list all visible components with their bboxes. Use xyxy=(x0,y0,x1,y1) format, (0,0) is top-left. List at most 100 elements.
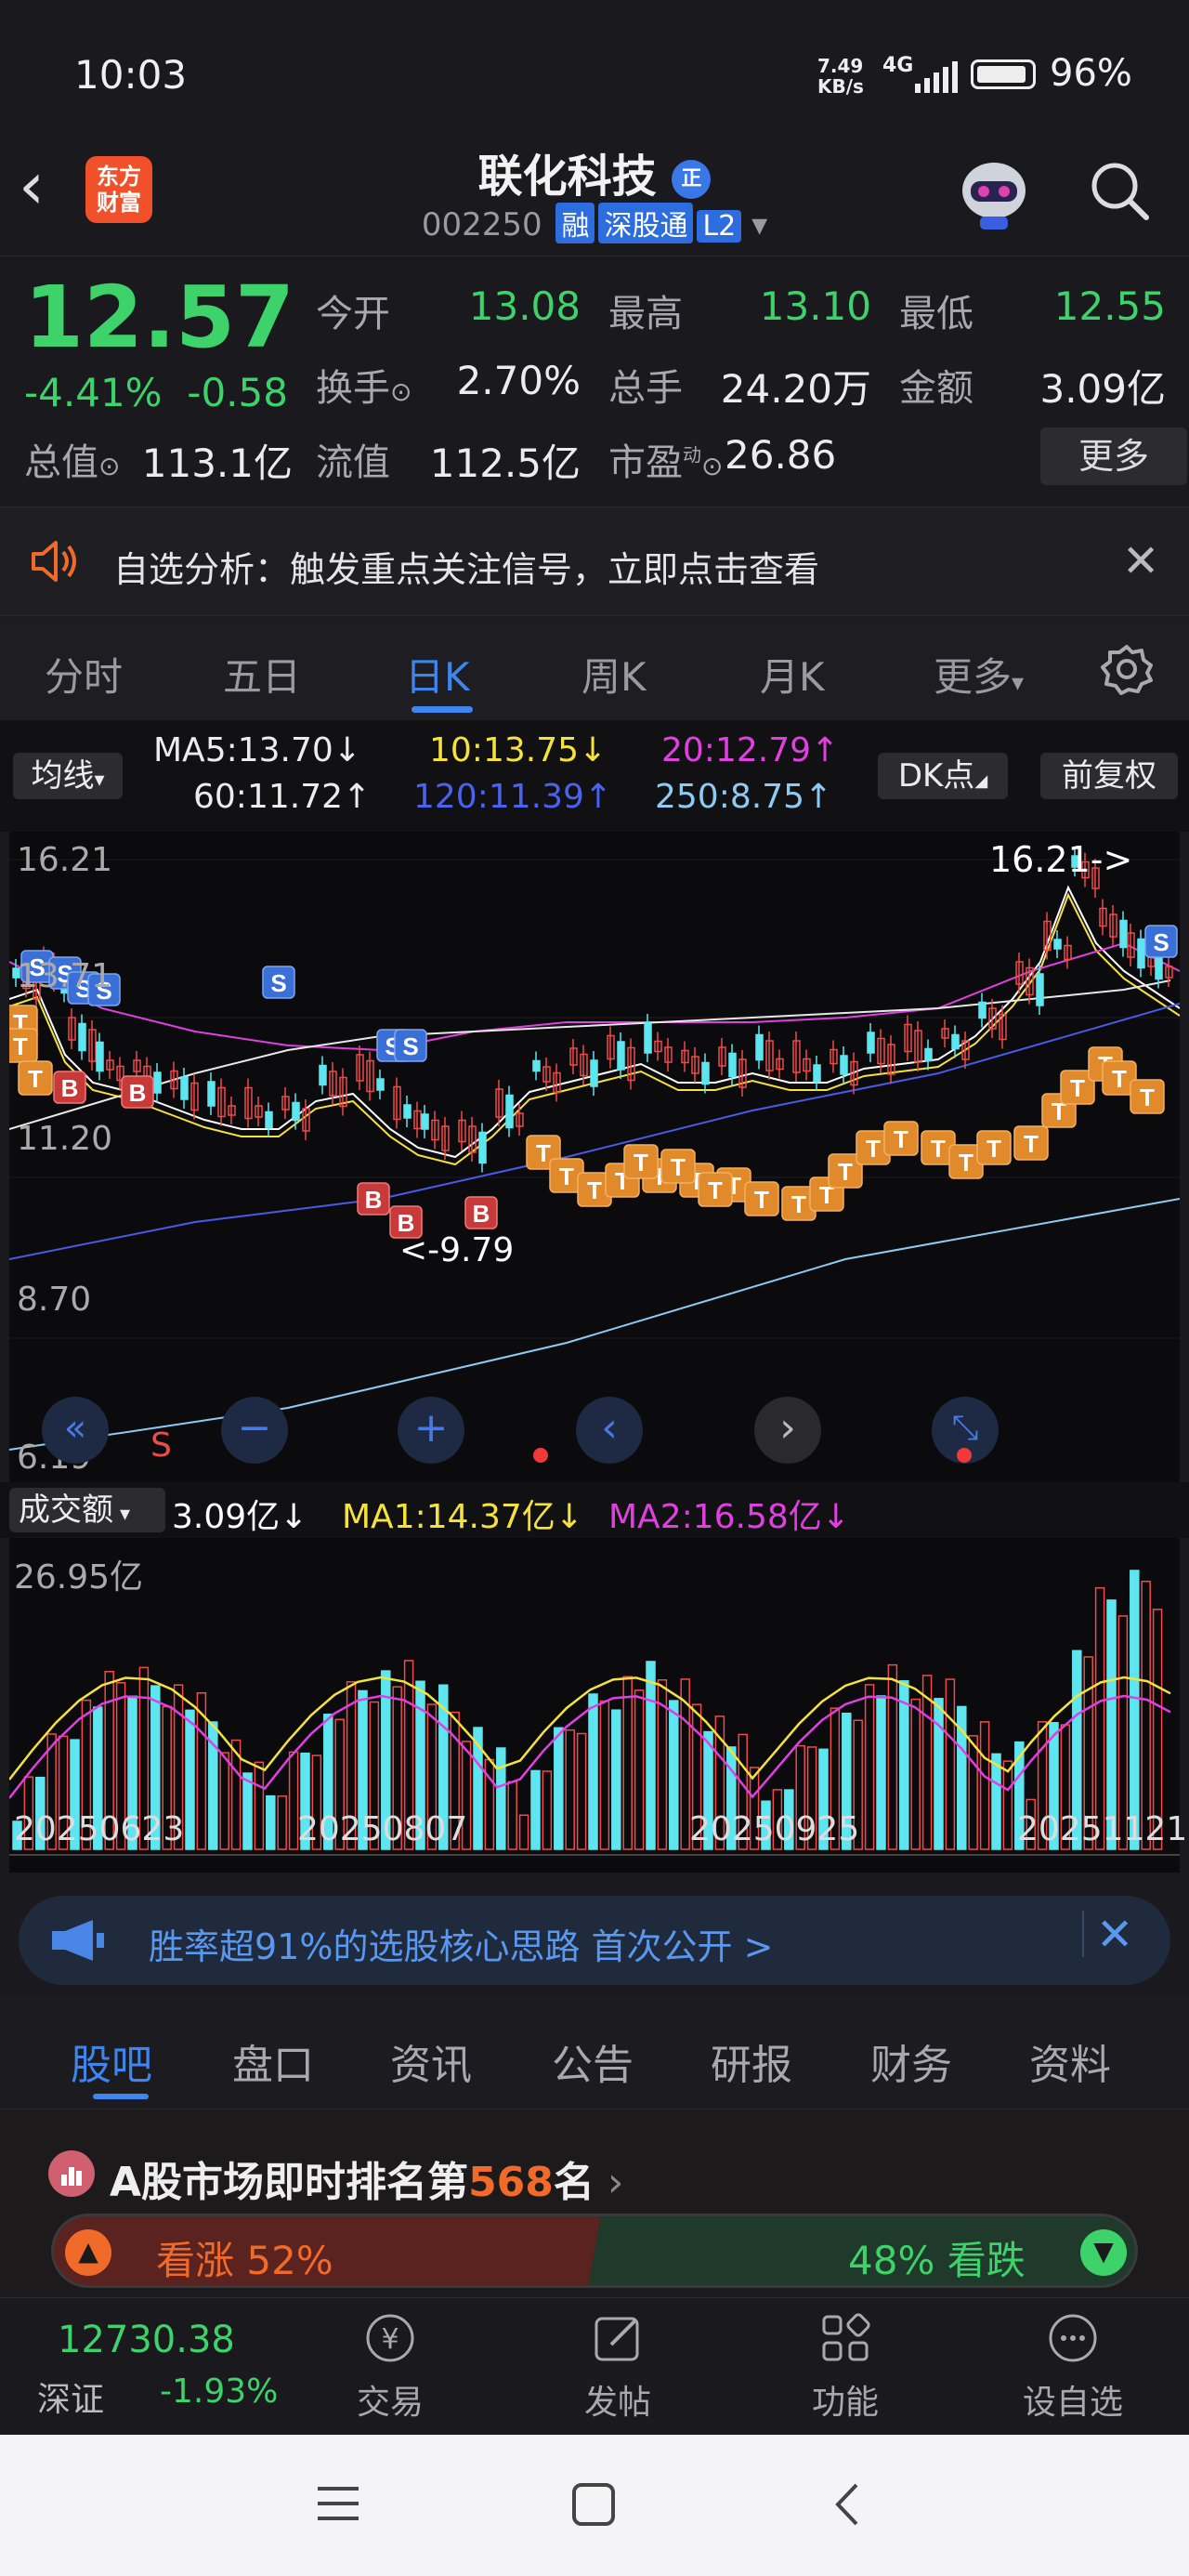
next-icon[interactable]: › xyxy=(754,1397,821,1464)
svg-text:B: B xyxy=(365,1186,383,1214)
notice-text: 自选分析：触发重点关注信号，立即点击查看 xyxy=(113,549,820,590)
active-tab-indicator xyxy=(412,706,473,713)
index-value[interactable]: 12730.38 xyxy=(58,2319,235,2361)
svg-text:T: T xyxy=(866,1135,881,1163)
tab-daily-k[interactable]: 日K xyxy=(405,646,470,703)
back-icon[interactable] xyxy=(829,2481,866,2528)
ad-banner[interactable]: 胜率超91%的选股核心思路 首次公开 > ✕ xyxy=(19,1896,1170,1985)
candle-body xyxy=(532,1059,541,1072)
ma250-label: 250:8.75↑ xyxy=(655,778,833,816)
home-icon[interactable] xyxy=(570,2481,617,2528)
ma-legend-bar: 均线▾ MA5:13.70↓ 10:13.75↓ 20:12.79↑ 60:11… xyxy=(0,720,1189,832)
volume-bar xyxy=(864,1684,875,1850)
volume-bar xyxy=(185,1709,195,1850)
gear-icon[interactable] xyxy=(1099,641,1155,697)
market-rank-card[interactable]: A股市场即时排名第568名 › ▲ 看涨 52% 48% 看跌 ▼ xyxy=(0,2111,1189,2297)
mcap-label: 总值⊙ xyxy=(24,441,121,484)
volume-legend-bar: 成交额 ▾ 3.09亿↓ MA1:14.37亿↓ MA2:16.58亿↓ xyxy=(0,1482,1189,1538)
open-value: 13.08 xyxy=(468,283,581,329)
tab-monthly-k[interactable]: 月K xyxy=(760,646,825,703)
t-marker: T xyxy=(660,1149,696,1184)
volume-bar xyxy=(530,1769,541,1850)
tab-finance[interactable]: 财务 xyxy=(870,2031,952,2091)
volume-bar xyxy=(496,1747,506,1850)
index-name[interactable]: 深证 xyxy=(37,2372,104,2421)
dk-point-button[interactable]: DK点◢ xyxy=(878,753,1008,799)
amount-value: 3.09亿 xyxy=(1039,366,1166,412)
adjust-button[interactable]: 前复权 xyxy=(1040,753,1178,799)
tab-profile[interactable]: 资料 xyxy=(1029,2031,1111,2091)
content-tabs: 股吧 盘口 资讯 公告 研报 财务 资料 xyxy=(0,1998,1189,2109)
signal-bars-icon xyxy=(915,61,958,93)
volume-ma2: MA2:16.58亿↓ xyxy=(608,1498,850,1536)
status-bar: 10:03 7.49 KB/s 4G 96% xyxy=(0,0,1189,158)
volume-chart[interactable] xyxy=(9,1538,1180,1873)
search-icon[interactable] xyxy=(1087,158,1152,223)
nav-add-watchlist[interactable]: 设自选 xyxy=(1017,2309,1129,2424)
candle-body xyxy=(265,1111,273,1129)
t-marker: T xyxy=(1130,1079,1165,1114)
nav-trade[interactable]: ¥ 交易 xyxy=(344,2309,437,2424)
tab-orderbook[interactable]: 盘口 xyxy=(232,2031,314,2091)
tab-news[interactable]: 资讯 xyxy=(390,2031,472,2091)
volume-bar xyxy=(254,1761,265,1850)
nav-functions[interactable]: 功能 xyxy=(799,2309,892,2424)
robot-assistant-icon[interactable] xyxy=(952,153,1036,232)
svg-text:T: T xyxy=(536,1139,551,1167)
more-dots-icon xyxy=(1049,2314,1097,2362)
volume-label: 总手 xyxy=(608,367,683,410)
menu-icon[interactable] xyxy=(316,2483,362,2524)
zoom-in-icon[interactable]: + xyxy=(398,1397,464,1464)
turnover-value: 2.70% xyxy=(456,358,581,403)
sentiment-bar[interactable]: ▲ 看涨 52% 48% 看跌 ▼ xyxy=(51,2214,1138,2288)
ma-selector[interactable]: 均线▾ xyxy=(13,753,123,799)
volume-bar xyxy=(518,1814,529,1850)
volume-bar xyxy=(1002,1760,1013,1850)
svg-text:T: T xyxy=(1070,1074,1085,1102)
edit-icon xyxy=(594,2317,639,2361)
candle-body xyxy=(755,1033,764,1061)
candlestick-chart[interactable]: TTTTTTTTTTTTTTTTTTTTTTTTTTTTSSSSSSSSBBBB… xyxy=(9,832,1180,1482)
nav-post[interactable]: 发帖 xyxy=(571,2309,664,2424)
tab-intraday[interactable]: 分时 xyxy=(45,646,123,703)
volume-bar xyxy=(219,1752,229,1850)
volume-y-top: 26.95亿 xyxy=(14,1558,144,1597)
svg-text:S: S xyxy=(402,1032,418,1060)
date-2: 20250807 xyxy=(297,1810,468,1848)
candle-body xyxy=(1036,973,1044,1006)
svg-text:T: T xyxy=(754,1186,769,1214)
tab-research[interactable]: 研报 xyxy=(711,2031,792,2091)
candle-body xyxy=(421,1113,429,1130)
date-4: 20251121 xyxy=(1017,1810,1188,1848)
volume-bar xyxy=(599,1700,610,1850)
ma10-label: 10:13.75↓ xyxy=(429,731,608,769)
rewind-icon[interactable]: « xyxy=(42,1397,109,1464)
svg-text:T: T xyxy=(13,1032,28,1060)
volume-bar xyxy=(588,1693,598,1850)
tab-announcements[interactable]: 公告 xyxy=(552,2031,634,2091)
volume-bar xyxy=(622,1676,633,1850)
tab-five-day[interactable]: 五日 xyxy=(223,646,301,703)
volume-selector[interactable]: 成交额 ▾ xyxy=(9,1488,165,1532)
close-icon[interactable]: ✕ xyxy=(1096,1909,1133,1961)
tab-more[interactable]: 更多▾ xyxy=(934,646,1024,703)
ma5-label: MA5:13.70↓ xyxy=(153,731,361,769)
tab-weekly-k[interactable]: 周K xyxy=(581,646,647,703)
more-button[interactable]: 更多 xyxy=(1040,427,1187,485)
t-marker: T xyxy=(744,1181,779,1216)
volume-bar xyxy=(669,1700,679,1850)
index-change[interactable]: -1.93% xyxy=(160,2372,278,2411)
close-icon[interactable]: ✕ xyxy=(1122,535,1159,587)
tab-forum[interactable]: 股吧 xyxy=(71,2031,152,2091)
volume-bar xyxy=(968,1735,978,1850)
volume-ma1: MA1:14.37亿↓ xyxy=(342,1498,583,1536)
prev-icon[interactable]: ‹ xyxy=(576,1397,643,1464)
volume-bar xyxy=(921,1675,933,1850)
ad-text: 胜率超91%的选股核心思路 首次公开 > xyxy=(149,1926,774,1967)
zoom-out-icon[interactable]: − xyxy=(221,1397,288,1464)
svg-text:T: T xyxy=(1140,1084,1155,1111)
t-marker: T xyxy=(18,1060,53,1096)
notice-banner[interactable]: 自选分析：触发重点关注信号，立即点击查看 ✕ xyxy=(0,506,1189,616)
candle-body xyxy=(376,1078,385,1091)
candle-body xyxy=(1137,938,1145,969)
